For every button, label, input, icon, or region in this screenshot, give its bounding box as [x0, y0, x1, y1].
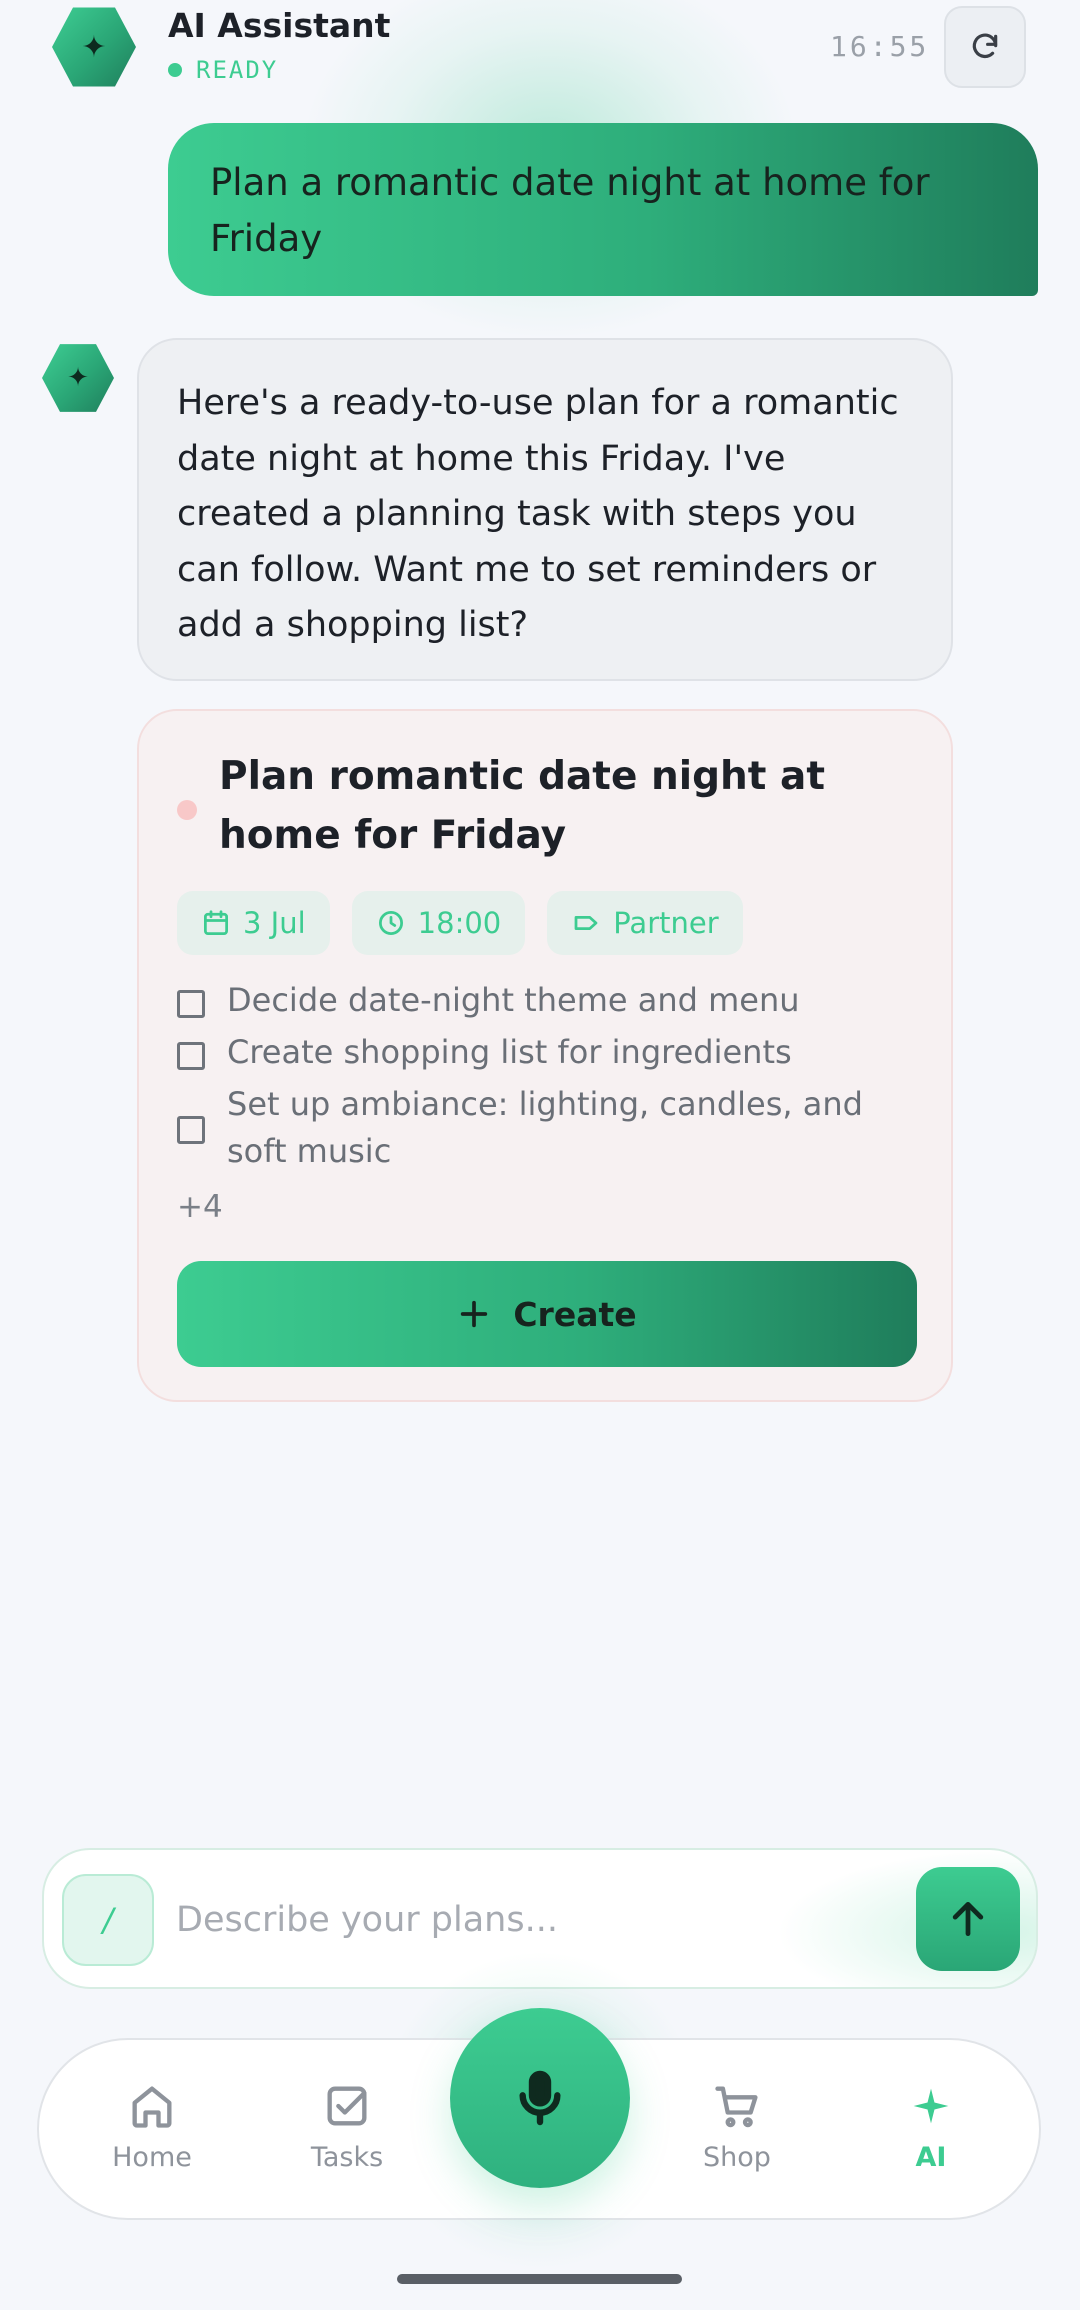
task-checklist: Decide date-night theme and menu Create … [177, 977, 917, 1175]
assistant-message-avatar: ✦ [42, 344, 114, 412]
tasks-icon [327, 2086, 367, 2126]
nav-item-label: Shop [703, 2142, 771, 2173]
checklist-item[interactable]: Set up ambiance: lighting, candles, and … [177, 1081, 917, 1175]
nav-item-tasks[interactable]: Tasks [282, 2080, 412, 2190]
arrow-up-icon [952, 1901, 984, 1937]
create-button-label: Create [513, 1294, 637, 1334]
checkbox[interactable] [177, 1116, 205, 1144]
chat-header: ✦ AI Assistant READY 16:55 [0, 0, 1080, 110]
slash-label: / [102, 1901, 114, 1939]
home-indicator[interactable] [397, 2274, 682, 2284]
plus-icon [461, 1300, 488, 1328]
priority-dot [177, 800, 197, 820]
status-text: READY [196, 56, 279, 84]
header-time: 16:55 [830, 30, 930, 63]
refresh-icon [972, 33, 998, 59]
task-title: Plan romantic date night at home for Fri… [219, 754, 825, 858]
checklist-item-label: Create shopping list for ingredients [227, 1033, 792, 1071]
nav-item-label: Tasks [310, 2142, 384, 2173]
user-message-bubble: Plan a romantic date night at home for F… [168, 123, 1038, 296]
date-chip[interactable]: 3 Jul [177, 891, 330, 955]
nav-item-ai[interactable]: AI [866, 2080, 996, 2190]
clock-icon [378, 911, 403, 935]
checklist-item-label: Set up ambiance: lighting, candles, and … [227, 1085, 863, 1170]
checkbox[interactable] [177, 990, 205, 1018]
status-dot [168, 63, 182, 77]
task-meta-chips: 3 Jul 18:00 Partner [177, 891, 743, 955]
checklist-item[interactable]: Decide date-night theme and menu [177, 977, 917, 1029]
time-chip[interactable]: 18:00 [351, 891, 526, 955]
status-indicator: READY [168, 56, 278, 84]
refresh-button[interactable] [944, 6, 1026, 88]
header-title: AI Assistant [168, 6, 391, 45]
microphone-icon [519, 2070, 561, 2126]
task-card: Plan romantic date night at home for Fri… [137, 709, 953, 1402]
calendar-icon [204, 910, 228, 935]
home-icon [132, 2086, 172, 2128]
send-button[interactable] [916, 1867, 1020, 1971]
slash-command-button[interactable]: / [62, 1874, 154, 1966]
tag-icon [574, 916, 598, 930]
checklist-item-label: Decide date-night theme and menu [227, 981, 800, 1019]
date-chip-label: 3 Jul [243, 906, 306, 940]
create-task-button[interactable]: Create [177, 1261, 917, 1367]
tag-chip-label: Partner [613, 906, 719, 940]
checkbox[interactable] [177, 1042, 205, 1070]
tag-chip[interactable]: Partner [547, 891, 743, 955]
nav-item-label: Home [112, 2142, 192, 2173]
sparkle-icon: ✦ [67, 363, 89, 393]
checklist-item[interactable]: Create shopping list for ingredients [177, 1029, 917, 1081]
assistant-avatar: ✦ [52, 7, 136, 87]
nav-item-label: AI [915, 2142, 947, 2173]
assistant-message-bubble: Here's a ready-to-use plan for a romanti… [137, 338, 953, 681]
microphone-button[interactable] [450, 2008, 630, 2188]
nav-item-shop[interactable]: Shop [672, 2080, 802, 2190]
time-chip-label: 18:00 [417, 906, 502, 940]
message-input[interactable] [176, 1880, 776, 1960]
sparkle-icon [913, 2088, 949, 2124]
more-items-count[interactable]: +4 [177, 1189, 223, 1225]
sparkle-icon: ✦ [81, 29, 107, 65]
cart-icon [715, 2086, 758, 2128]
nav-item-home[interactable]: Home [87, 2080, 217, 2190]
